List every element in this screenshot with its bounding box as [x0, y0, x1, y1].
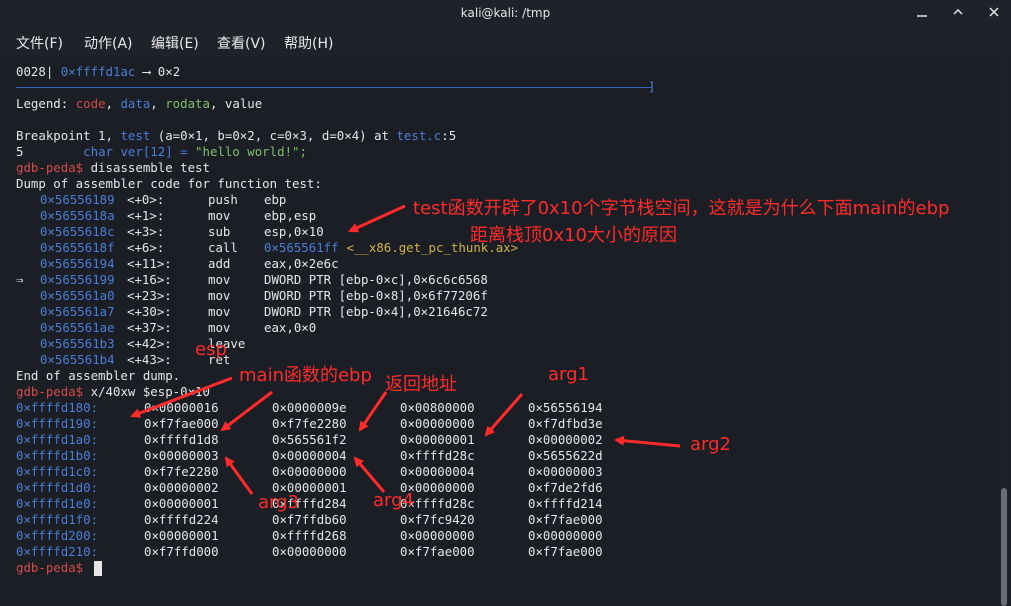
- arrow-arg2: [614, 435, 681, 448]
- arrow-arg4: [353, 456, 386, 493]
- arrow-return-address: [358, 391, 388, 432]
- annotation-arrows: [130, 204, 681, 495]
- arrow-main-ebp: [220, 390, 273, 432]
- arrow-arg3: [224, 456, 254, 495]
- arrow-esp: [130, 376, 233, 418]
- arrow-arg1: [484, 393, 524, 437]
- arrow-note-to-sub: [348, 204, 406, 233]
